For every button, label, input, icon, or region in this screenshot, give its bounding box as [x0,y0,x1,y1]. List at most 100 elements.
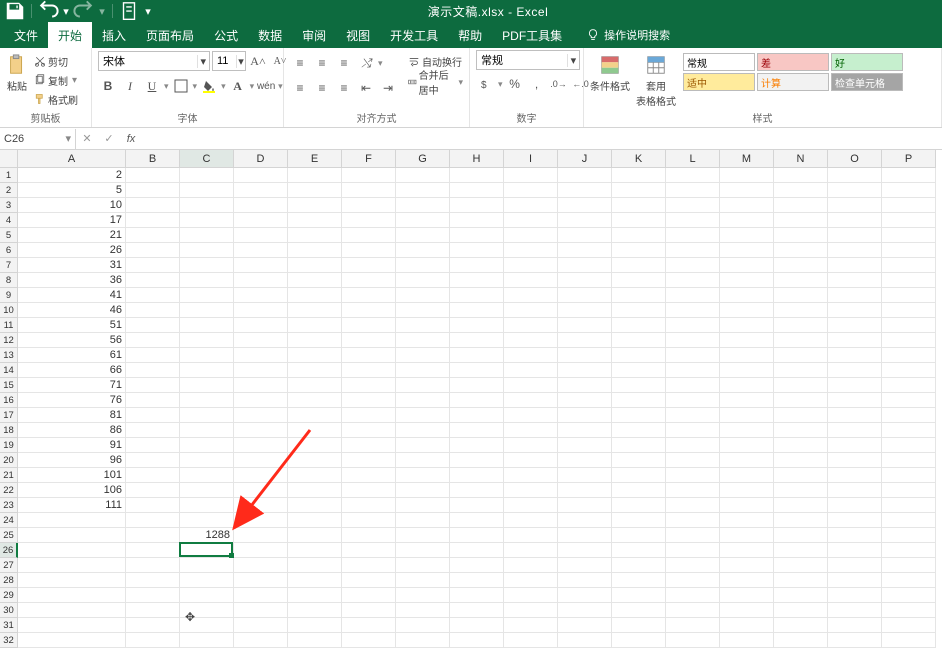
cell[interactable] [882,303,936,318]
cell[interactable] [288,318,342,333]
cell[interactable] [612,303,666,318]
cell[interactable] [612,558,666,573]
spreadsheet-grid[interactable]: ABCDEFGHIJKLMNOP 12345678910111213141516… [0,150,942,655]
column-header[interactable]: G [396,150,450,168]
cell[interactable] [720,483,774,498]
print-preview-icon[interactable] [118,1,140,21]
cell[interactable] [126,468,180,483]
cell[interactable] [180,468,234,483]
orientation-icon[interactable]: ⤭ [356,53,376,73]
tab-review[interactable]: 审阅 [292,22,336,48]
cell[interactable] [558,633,612,648]
tab-insert[interactable]: 插入 [92,22,136,48]
row-header[interactable]: 2 [0,183,18,198]
cell[interactable] [666,573,720,588]
cell[interactable] [828,558,882,573]
cell[interactable] [882,558,936,573]
cell[interactable] [396,258,450,273]
cell[interactable] [558,513,612,528]
cell[interactable] [180,318,234,333]
conditional-format-button[interactable]: 条件格式 [590,50,630,93]
cell[interactable] [180,438,234,453]
tab-data[interactable]: 数据 [248,22,292,48]
cell[interactable] [558,228,612,243]
cell[interactable] [126,543,180,558]
cell[interactable] [450,603,504,618]
cell[interactable] [612,393,666,408]
cell[interactable] [774,213,828,228]
cell[interactable] [450,423,504,438]
cell[interactable] [666,273,720,288]
cell[interactable] [450,273,504,288]
cell[interactable] [828,273,882,288]
cell[interactable] [342,183,396,198]
cell[interactable] [18,558,126,573]
cell[interactable] [828,423,882,438]
fx-icon[interactable]: fx [120,129,142,149]
cell[interactable] [288,183,342,198]
row-header[interactable]: 30 [0,603,18,618]
cell[interactable] [180,393,234,408]
cell[interactable] [396,243,450,258]
cell[interactable] [126,528,180,543]
cell[interactable] [234,303,288,318]
cell[interactable] [396,588,450,603]
cell[interactable] [450,588,504,603]
cell[interactable] [234,318,288,333]
cell[interactable] [720,468,774,483]
column-header[interactable]: H [450,150,504,168]
cell[interactable]: 106 [18,483,126,498]
cell[interactable] [288,288,342,303]
cell[interactable] [180,513,234,528]
cell[interactable] [774,498,828,513]
decrease-indent-icon[interactable]: ⇤ [356,78,376,98]
cell[interactable] [666,453,720,468]
cell[interactable] [882,333,936,348]
cell[interactable] [288,603,342,618]
cell[interactable] [342,618,396,633]
cell[interactable] [180,198,234,213]
cell[interactable] [234,498,288,513]
cell[interactable] [612,198,666,213]
row-header[interactable]: 3 [0,198,18,213]
cell[interactable] [720,438,774,453]
style-swatch[interactable]: 适中 [683,73,755,91]
cell[interactable] [126,423,180,438]
cell[interactable] [612,228,666,243]
column-header[interactable]: J [558,150,612,168]
cell[interactable] [882,603,936,618]
cell[interactable] [450,228,504,243]
cell[interactable] [396,453,450,468]
cell[interactable] [396,423,450,438]
cell[interactable] [126,588,180,603]
cell[interactable] [342,243,396,258]
cell[interactable] [288,333,342,348]
cell[interactable] [234,378,288,393]
cell[interactable] [450,543,504,558]
cell[interactable] [558,588,612,603]
cell[interactable] [882,318,936,333]
cell[interactable] [234,603,288,618]
cell[interactable] [882,408,936,423]
redo-dropdown-icon[interactable]: ▾ [97,1,107,21]
cell[interactable] [882,348,936,363]
cell[interactable] [342,393,396,408]
cell[interactable] [342,168,396,183]
cell[interactable] [396,348,450,363]
cell[interactable] [126,573,180,588]
style-swatch[interactable]: 好 [831,53,903,71]
cell[interactable] [342,423,396,438]
cell[interactable] [396,378,450,393]
cell[interactable] [720,603,774,618]
row-header[interactable]: 9 [0,288,18,303]
column-header[interactable]: D [234,150,288,168]
cell[interactable] [558,258,612,273]
cell[interactable] [396,483,450,498]
cell[interactable] [666,183,720,198]
font-size-combo[interactable]: ▾ [212,51,246,71]
cell[interactable] [180,483,234,498]
cell[interactable] [234,468,288,483]
cell[interactable] [126,333,180,348]
cell[interactable] [828,528,882,543]
cell[interactable] [504,573,558,588]
